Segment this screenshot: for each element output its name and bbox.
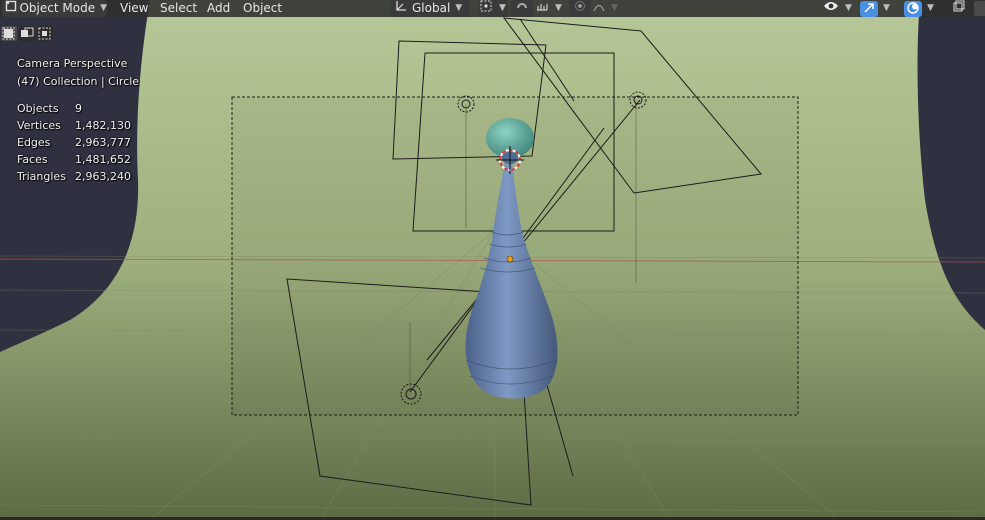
- proportional-editing-toggle[interactable]: [569, 0, 591, 17]
- stat-row: Faces 1,481,652: [17, 153, 131, 166]
- chevron-down-icon: ▼: [555, 3, 562, 13]
- 3d-viewport[interactable]: Object Mode ▼ View Select Add Object Glo…: [0, 0, 985, 520]
- orientation-axes-icon: [390, 0, 412, 17]
- pivot-icon: [478, 0, 494, 17]
- select-extend-icon[interactable]: [19, 26, 35, 41]
- gizmo-icon: [860, 0, 878, 17]
- chevron-down-icon: ▼: [100, 3, 107, 13]
- scene-render: [0, 0, 985, 520]
- select-new-icon[interactable]: [1, 26, 17, 41]
- chevron-down-icon: ▼: [611, 3, 618, 13]
- select-subtract-icon[interactable]: [37, 26, 53, 41]
- overlays-dropdown[interactable]: ▼: [904, 0, 942, 17]
- collection-path: (47) Collection | Circle: [17, 75, 140, 88]
- eye-icon: [822, 0, 840, 17]
- xray-toggle[interactable]: [950, 0, 970, 17]
- visibility-dropdown[interactable]: ▼: [822, 0, 856, 17]
- snap-increment-icon: [534, 0, 550, 17]
- proportional-falloff-dropdown[interactable]: ▼: [592, 0, 620, 17]
- selection-mode-buttons: [1, 26, 55, 41]
- stat-row: Edges 2,963,777: [17, 136, 131, 149]
- overlays-icon: [904, 0, 922, 17]
- xray-icon: [950, 0, 968, 17]
- snap-target-dropdown[interactable]: ▼: [534, 0, 564, 17]
- transform-orientation-dropdown[interactable]: Global ▼: [390, 0, 470, 17]
- viewport-text-overlay: Camera Perspective (47) Collection | Cir…: [17, 55, 139, 91]
- stat-row: Vertices 1,482,130: [17, 119, 131, 132]
- viewport-header: Object Mode ▼ View Select Add Object Glo…: [0, 0, 985, 17]
- proportional-edit-icon: [569, 0, 591, 17]
- view-name: Camera Perspective: [17, 57, 128, 70]
- falloff-curve-icon: [592, 0, 606, 17]
- chevron-down-icon: ▼: [455, 3, 463, 13]
- menu-view[interactable]: View: [120, 0, 148, 17]
- chevron-down-icon: ▼: [499, 3, 506, 13]
- snap-toggle[interactable]: [511, 0, 533, 17]
- stat-row: Triangles 2,963,240: [17, 170, 131, 183]
- menu-select[interactable]: Select: [160, 0, 197, 17]
- magnet-icon: [511, 0, 533, 17]
- menu-add[interactable]: Add: [207, 0, 230, 17]
- chevron-down-icon: ▼: [883, 3, 890, 13]
- object-mode-icon: [2, 0, 19, 17]
- shading-button-edge: [974, 1, 985, 16]
- pivot-point-dropdown[interactable]: ▼: [478, 0, 508, 17]
- mode-label: Object Mode: [19, 1, 96, 15]
- chevron-down-icon: ▼: [845, 3, 852, 13]
- gizmo-dropdown[interactable]: ▼: [860, 0, 898, 17]
- scene-statistics: Objects 9 Vertices 1,482,130 Edges 2,963,77…: [17, 100, 131, 185]
- more-header-options[interactable]: [974, 0, 985, 17]
- menu-object[interactable]: Object: [243, 0, 282, 17]
- orientation-label: Global: [412, 1, 451, 15]
- mode-selector[interactable]: Object Mode ▼: [2, 0, 107, 17]
- stat-row: Objects 9: [17, 102, 82, 115]
- chevron-down-icon: ▼: [927, 3, 934, 13]
